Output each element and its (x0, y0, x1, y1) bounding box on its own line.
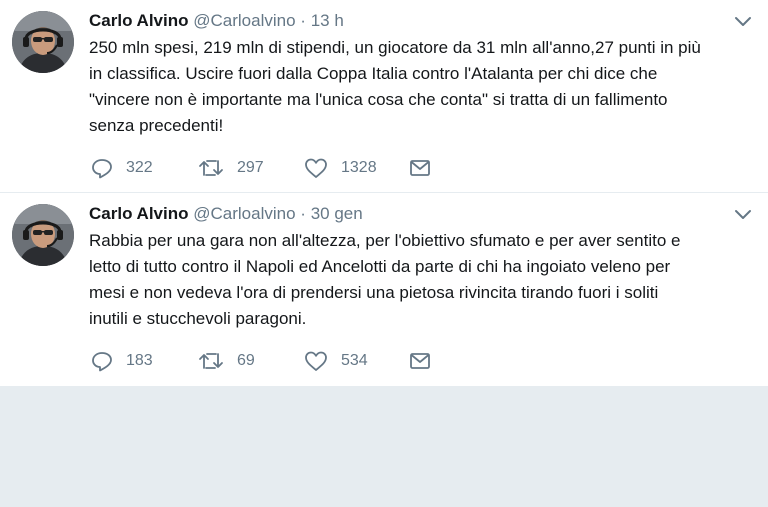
separator-dot: · (300, 204, 306, 223)
retweet-button[interactable]: 297 (198, 157, 264, 179)
reply-icon (91, 350, 113, 372)
direct-message-button[interactable] (409, 157, 431, 179)
like-count: 1328 (341, 159, 377, 176)
envelope-icon (409, 157, 431, 179)
tweet[interactable]: Carlo Alvino @Carloalvino · 30 gen Rabbi… (0, 193, 768, 387)
author-name[interactable]: Carlo Alvino (89, 204, 189, 223)
tweet-header: Carlo Alvino @Carloalvino · 13 h (89, 10, 708, 32)
like-button[interactable]: 534 (304, 350, 368, 372)
heart-icon (304, 350, 328, 372)
envelope-icon (409, 350, 431, 372)
like-button[interactable]: 1328 (304, 157, 377, 179)
chevron-down-icon[interactable] (734, 14, 752, 28)
reply-button[interactable]: 183 (91, 350, 153, 372)
retweet-icon (198, 157, 224, 179)
chevron-down-icon[interactable] (734, 207, 752, 221)
retweet-count: 69 (237, 352, 255, 369)
like-count: 534 (341, 352, 368, 369)
author-handle[interactable]: @Carloalvino (193, 11, 295, 30)
tweet-actions: 183 69 534 (89, 350, 489, 372)
tweet[interactable]: Carlo Alvino @Carloalvino · 13 h 250 mln… (0, 0, 768, 193)
tweet-header: Carlo Alvino @Carloalvino · 30 gen (89, 203, 708, 225)
retweet-count: 297 (237, 159, 264, 176)
separator-dot: · (300, 11, 306, 30)
tweet-feed: Carlo Alvino @Carloalvino · 13 h 250 mln… (0, 0, 768, 387)
reply-icon (91, 157, 113, 179)
tweet-actions: 322 297 1328 (89, 157, 489, 179)
tweet-timestamp[interactable]: 30 gen (311, 204, 363, 223)
author-name[interactable]: Carlo Alvino (89, 11, 189, 30)
reply-button[interactable]: 322 (91, 157, 153, 179)
tweet-text: Rabbia per una gara non all'altezza, per… (89, 231, 681, 328)
tweet-timestamp[interactable]: 13 h (311, 11, 344, 30)
tweet-text: 250 mln spesi, 219 mln di stipendi, un g… (89, 38, 701, 135)
avatar[interactable] (12, 11, 74, 73)
reply-count: 322 (126, 159, 153, 176)
author-handle[interactable]: @Carloalvino (193, 204, 295, 223)
reply-count: 183 (126, 352, 153, 369)
avatar[interactable] (12, 204, 74, 266)
retweet-button[interactable]: 69 (198, 350, 255, 372)
direct-message-button[interactable] (409, 350, 431, 372)
heart-icon (304, 157, 328, 179)
retweet-icon (198, 350, 224, 372)
